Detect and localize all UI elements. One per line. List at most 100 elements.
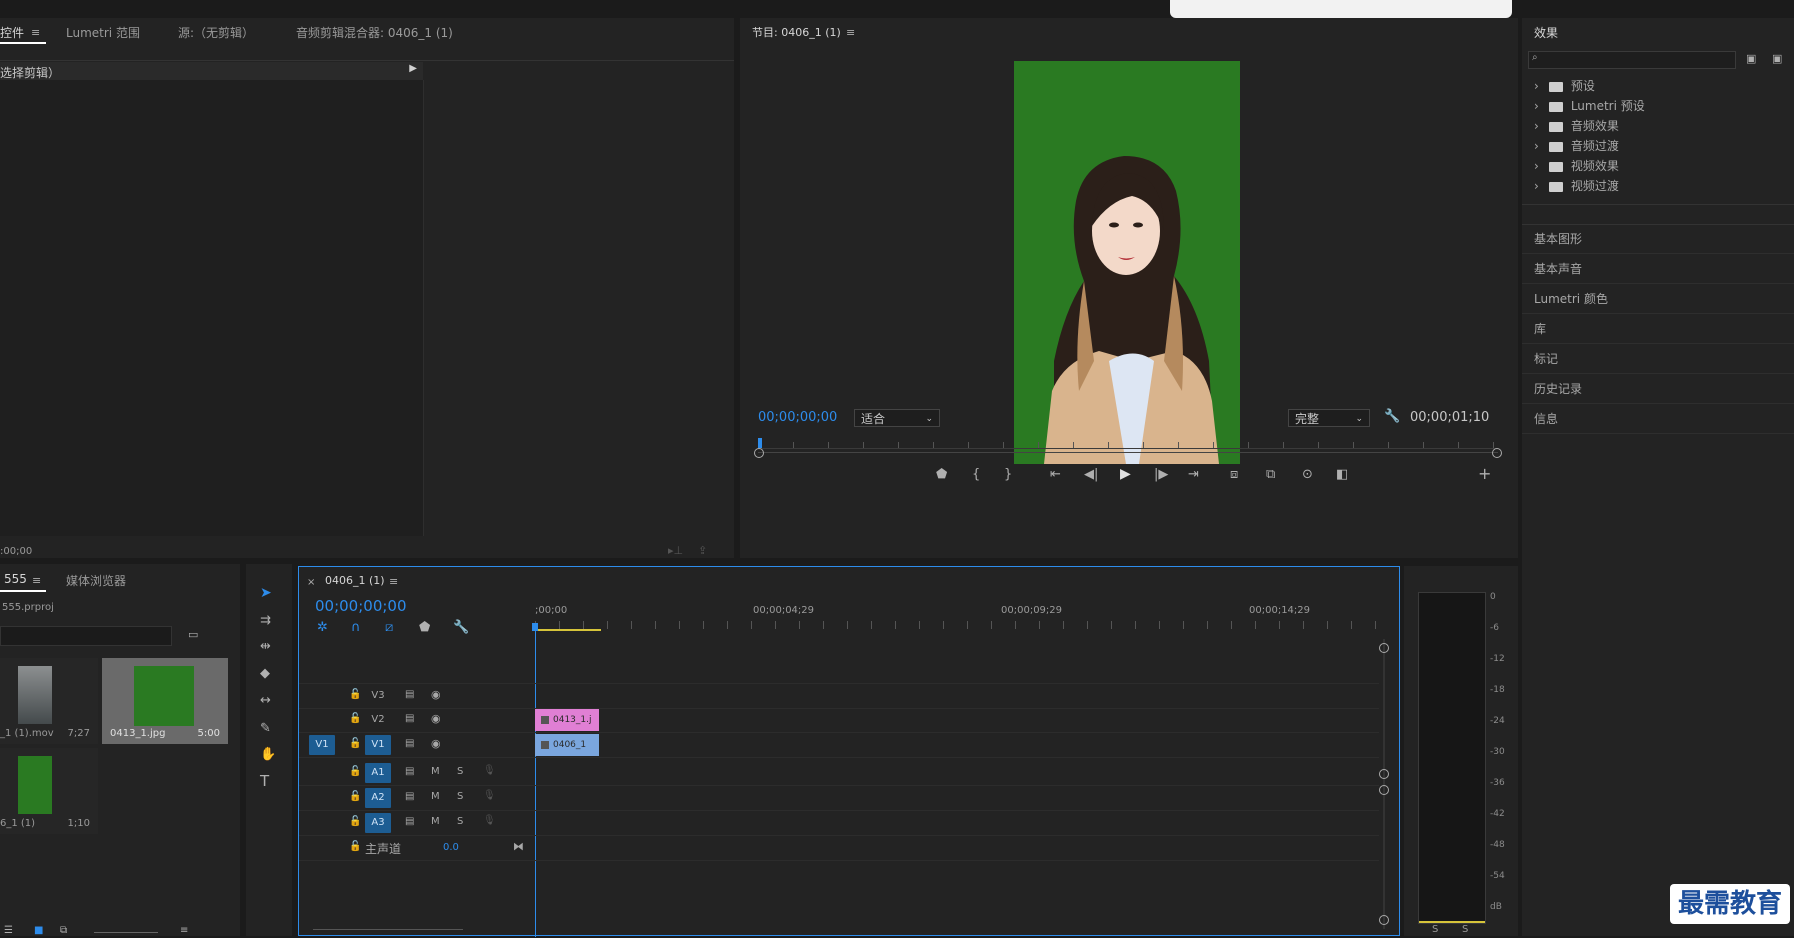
wrench-icon[interactable]: 🔧 [1384, 410, 1400, 424]
effects-item-presets[interactable]: › 预设 [1534, 77, 1595, 94]
razor-tool-icon[interactable]: ◆ [260, 667, 270, 681]
settings-wrench-icon[interactable]: 🔧 [453, 621, 469, 635]
panel-lumetri-color[interactable]: Lumetri 颜色 [1522, 285, 1794, 314]
comparison-view-icon[interactable]: ◧ [1336, 468, 1348, 482]
tab-project[interactable]: 555 [4, 572, 27, 586]
zoom-scrollbar[interactable] [758, 452, 1498, 457]
sync-lock-icon[interactable]: ▤ [405, 713, 414, 724]
marker-icon[interactable]: ⬟ [936, 468, 947, 482]
sync-lock-icon[interactable]: ▤ [405, 816, 414, 827]
vscroll-handle-mid[interactable] [1379, 769, 1389, 779]
timeline-tab-title[interactable]: 0406_1 (1) [325, 574, 385, 587]
go-to-end-icon[interactable]: ⧓ [513, 840, 524, 853]
go-to-in-icon[interactable]: ⇤ [1050, 468, 1061, 482]
effects-item-video-effects[interactable]: › 视频效果 [1534, 157, 1619, 174]
hand-tool-icon[interactable]: ✋ [260, 748, 276, 762]
playhead-marker[interactable] [758, 438, 762, 448]
play-arrow-icon[interactable]: ▶ [409, 63, 417, 74]
vscroll-handle-mid2[interactable] [1379, 785, 1389, 795]
track-select-tool-icon[interactable]: ⇉ [260, 614, 271, 628]
clip-v1[interactable]: 0406_1 [535, 734, 599, 756]
track-label[interactable]: V3 [365, 686, 391, 706]
track-label[interactable]: A3 [365, 813, 391, 833]
mute-button[interactable]: M [431, 791, 440, 802]
playhead-head[interactable] [532, 623, 538, 631]
project-item-mov[interactable]: _1 (1).mov 7;27 [0, 658, 98, 744]
project-item-jpg[interactable]: 0413_1.jpg 5:00 [102, 658, 228, 744]
panel-libraries[interactable]: 库 [1522, 315, 1794, 344]
zoom-slider[interactable] [94, 932, 158, 933]
program-timecode[interactable]: 00;00;00;00 [758, 410, 837, 425]
effects-title[interactable]: 效果 [1534, 24, 1558, 41]
step-back-icon[interactable]: ◀| [1084, 468, 1098, 482]
lock-icon[interactable]: 🔓 [349, 689, 361, 700]
effects-item-video-transitions[interactable]: › 视频过渡 [1534, 177, 1619, 194]
project-search-input[interactable] [0, 626, 172, 646]
master-value[interactable]: 0.0 [443, 842, 459, 853]
nest-icon[interactable]: ✲ [317, 621, 328, 635]
track-label[interactable]: A2 [365, 788, 391, 808]
go-to-out-icon[interactable]: ⇥ [1188, 468, 1199, 482]
eye-icon[interactable]: ◉ [431, 712, 441, 725]
source-patch-v1[interactable]: V1 [309, 735, 335, 755]
meter-solo-right[interactable]: S [1462, 924, 1468, 935]
slip-tool-icon[interactable]: ↔ [260, 694, 271, 708]
tab-audio-clip-mixer[interactable]: 音频剪辑混合器: 0406_1 (1) [296, 24, 453, 41]
export-icon[interactable]: ▸⊥ [668, 544, 683, 558]
panel-essential-sound[interactable]: 基本声音 [1522, 255, 1794, 284]
solo-button[interactable]: S [457, 816, 463, 827]
timeline-timecode[interactable]: 00;00;00;00 [315, 597, 407, 615]
menu-icon[interactable]: ≡ [389, 575, 398, 589]
effects-item-lumetri-presets[interactable]: › Lumetri 预设 [1534, 97, 1645, 114]
pen-tool-icon[interactable]: ✎ [260, 722, 271, 736]
panel-info[interactable]: 信息 [1522, 405, 1794, 434]
snap-icon[interactable]: ∩ [351, 621, 361, 635]
work-area-bar[interactable] [535, 629, 601, 631]
sync-lock-icon[interactable]: ▤ [405, 689, 414, 700]
solo-button[interactable]: S [457, 791, 463, 802]
lock-icon[interactable]: 🔓 [349, 738, 361, 749]
ripple-edit-tool-icon[interactable]: ⇹ [260, 640, 271, 654]
mute-button[interactable]: M [431, 816, 440, 827]
in-point-icon[interactable]: { [972, 468, 980, 482]
eye-icon[interactable]: ◉ [431, 688, 441, 701]
lock-icon[interactable]: 🔓 [349, 766, 361, 777]
track-label[interactable]: A1 [365, 763, 391, 783]
search-input[interactable]: ⌕ [1528, 51, 1736, 69]
lock-icon[interactable]: 🔓 [349, 713, 361, 724]
effects-item-audio-effects[interactable]: › 音频效果 [1534, 117, 1619, 134]
track-label[interactable]: V2 [365, 710, 391, 730]
meter-solo-left[interactable]: S [1432, 924, 1438, 935]
new-preset-bin-icon[interactable]: ▣ [1772, 52, 1782, 66]
out-point-icon[interactable]: } [1004, 468, 1012, 482]
new-bin-icon[interactable]: ▣ [1746, 52, 1756, 66]
tab-media-browser[interactable]: 媒体浏览器 [66, 572, 126, 589]
menu-icon[interactable]: ≡ [31, 26, 40, 40]
mute-button[interactable]: M [431, 766, 440, 777]
panel-essential-graphics[interactable]: 基本图形 [1522, 225, 1794, 254]
linked-selection-icon[interactable]: ⧄ [385, 621, 393, 635]
share-icon[interactable]: ⇪ [698, 544, 707, 558]
tab-lumetri-scopes[interactable]: Lumetri 范围 [66, 24, 140, 41]
selection-tool-icon[interactable]: ➤ [260, 586, 272, 600]
play-icon[interactable]: ▶ [1120, 467, 1131, 481]
new-search-bin-icon[interactable]: ▭ [188, 628, 198, 642]
add-button-icon[interactable]: + [1478, 466, 1491, 482]
sync-lock-icon[interactable]: ▤ [405, 738, 414, 749]
close-icon[interactable]: × [307, 576, 315, 590]
lift-icon[interactable]: ⧈ [1230, 468, 1238, 482]
project-item-sequence[interactable]: 6_1 (1) 1;10 [0, 748, 98, 834]
lock-icon[interactable]: 🔓 [349, 791, 361, 802]
effects-item-audio-transitions[interactable]: › 音频过渡 [1534, 137, 1619, 154]
eye-icon[interactable]: ◉ [431, 737, 441, 750]
tab-effect-controls[interactable]: 控件 [0, 24, 24, 41]
lock-icon[interactable]: 🔓 [349, 816, 361, 827]
add-marker-icon[interactable]: ⬟ [419, 621, 430, 635]
timeline-vscroll[interactable] [1383, 639, 1385, 929]
mic-icon[interactable]: 🎙 [483, 815, 496, 826]
mic-icon[interactable]: 🎙 [483, 765, 496, 776]
timeline-ruler[interactable]: ;00;00 00;00;04;29 00;00;09;29 00;00;14;… [535, 603, 1381, 631]
scroll-handle-right[interactable] [1492, 448, 1502, 458]
program-monitor-title[interactable]: 节目: 0406_1 (1) [752, 24, 841, 40]
extract-icon[interactable]: ⧉ [1266, 468, 1275, 482]
